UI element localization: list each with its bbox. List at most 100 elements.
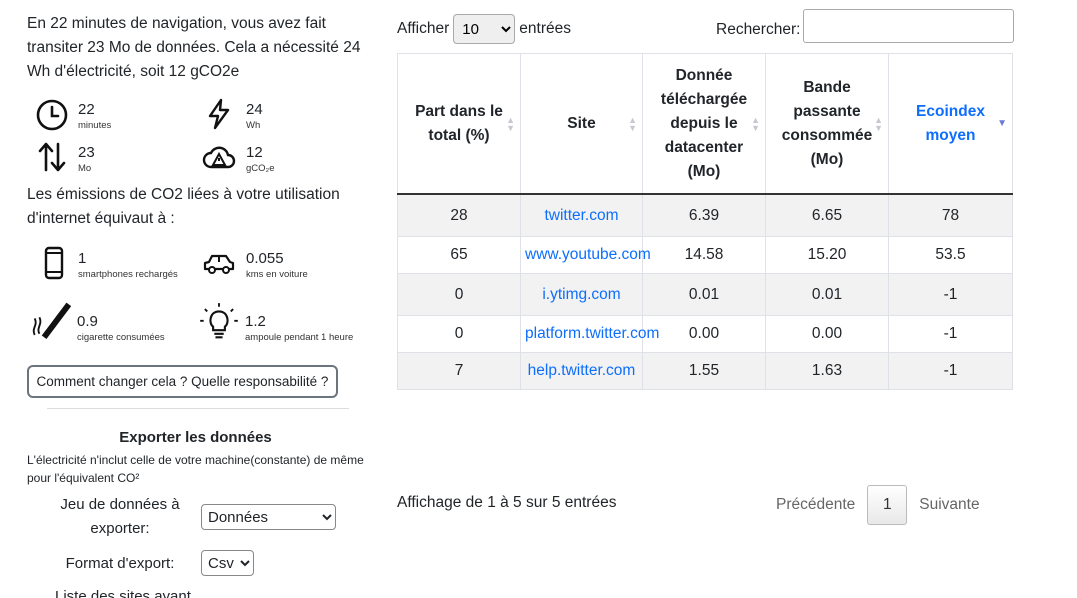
stat-unit: gCO₂e xyxy=(246,163,275,174)
stat-value: 22 xyxy=(78,101,95,118)
cell-share: 65 xyxy=(397,236,521,274)
lightbulb-icon xyxy=(197,301,241,343)
stat-co2: 12 gCO₂e xyxy=(200,138,275,176)
pagination: Précédente 1 Suivante xyxy=(764,484,992,526)
sort-desc-icon: ▼ xyxy=(997,117,1007,129)
search-input[interactable] xyxy=(803,9,1015,43)
equiv-value: 0.9 xyxy=(77,313,98,330)
stat-value: 24 xyxy=(246,101,263,118)
cell-site: www.youtube.com xyxy=(520,236,651,274)
cell-downloaded: 0.01 xyxy=(642,273,766,316)
equiv-value: 0.055 xyxy=(246,250,284,267)
divider xyxy=(47,408,349,409)
sites-table: Part dans le total (%) ▲ ▼ Site ▲ ▼ Donnée t… xyxy=(397,53,1013,390)
cell-downloaded: 14.58 xyxy=(642,236,766,274)
site-link[interactable]: www.youtube.com xyxy=(525,246,651,263)
export-note: L'électricité n'inclut celle de votre ma… xyxy=(27,453,364,485)
change-responsibility-button[interactable]: Comment changer cela ? Quelle responsabi… xyxy=(27,365,338,398)
sort-arrows-icon: ▲ ▼ xyxy=(751,114,760,133)
cell-ecoindex: -1 xyxy=(888,273,1013,316)
column-header-site[interactable]: Site ▲ ▼ xyxy=(520,53,643,195)
cell-ecoindex: 53.5 xyxy=(888,236,1013,274)
site-link[interactable]: platform.twitter.com xyxy=(525,325,659,342)
table-row: 0 i.ytimg.com 0.01 0.01 -1 xyxy=(397,273,1013,316)
page-length-control: Afficher 10 entrées xyxy=(397,14,571,44)
stat-minutes: 22 minutes xyxy=(33,95,111,133)
cell-bandwidth: 0.01 xyxy=(765,273,889,316)
column-header-share[interactable]: Part dans le total (%) ▲ ▼ xyxy=(397,53,521,195)
table-row: 28 twitter.com 6.39 6.65 78 xyxy=(397,193,1013,237)
cell-bandwidth: 15.20 xyxy=(765,236,889,274)
equiv-value: 1.2 xyxy=(245,313,266,330)
column-header-downloaded[interactable]: Donnée téléchargée depuis le datacenter … xyxy=(642,53,766,195)
site-link[interactable]: i.ytimg.com xyxy=(542,286,620,303)
table-row: 0 platform.twitter.com 0.00 0.00 -1 xyxy=(397,315,1013,353)
stat-unit: Wh xyxy=(246,120,261,131)
timer-icon xyxy=(33,95,71,133)
emissions-text: Les émissions de CO2 liées à votre utili… xyxy=(27,186,340,227)
page-1-button[interactable]: 1 xyxy=(867,485,908,525)
site-link[interactable]: twitter.com xyxy=(544,207,618,224)
cell-ecoindex: -1 xyxy=(888,352,1013,390)
intro-text: En 22 minutes de navigation, vous avez f… xyxy=(27,15,361,80)
stat-value: 23 xyxy=(78,144,95,161)
stat-value: 12 xyxy=(246,144,263,161)
stat-wh: 24 Wh xyxy=(200,95,263,133)
format-select[interactable]: Csv xyxy=(201,550,254,576)
cell-share: 7 xyxy=(397,352,521,390)
next-page-button[interactable]: Suivante xyxy=(907,484,991,526)
equiv-unit: smartphones rechargés xyxy=(78,269,178,280)
equiv-smartphone: 1 smartphones rechargés xyxy=(35,244,178,282)
cell-share: 28 xyxy=(397,193,521,237)
cell-site: platform.twitter.com xyxy=(520,315,659,353)
cloud-warning-icon xyxy=(200,138,238,176)
previous-page-button[interactable]: Précédente xyxy=(764,484,867,526)
dataset-label: Jeu de données à exporter: xyxy=(60,496,180,537)
sort-arrows-icon: ▲ ▼ xyxy=(628,114,637,133)
sites-list-heading: Liste des sites ayant ... xyxy=(55,588,208,598)
cell-ecoindex: 78 xyxy=(888,193,1013,237)
equiv-unit: cigarette consumées xyxy=(77,332,165,343)
car-icon xyxy=(200,244,238,282)
cell-site: twitter.com xyxy=(520,193,643,237)
cell-share: 0 xyxy=(397,315,521,353)
cell-site: help.twitter.com xyxy=(520,352,643,390)
smartphone-icon xyxy=(35,244,73,282)
transfer-arrows-icon xyxy=(33,138,71,176)
left-panel: En 22 minutes de navigation, vous avez f… xyxy=(27,0,372,598)
stat-unit: Mo xyxy=(78,163,92,174)
sort-arrows-icon: ▲ ▼ xyxy=(506,114,515,133)
cell-bandwidth: 1.63 xyxy=(765,352,889,390)
equiv-cigarette: 0.9 cigarette consumées xyxy=(27,301,165,343)
equiv-unit: kms en voiture xyxy=(246,269,308,280)
cell-downloaded: 0.00 xyxy=(642,315,766,353)
equiv-unit: ampoule pendant 1 heure xyxy=(245,332,354,343)
table-header-row: Part dans le total (%) ▲ ▼ Site ▲ ▼ Donnée t… xyxy=(397,53,1013,195)
cell-bandwidth: 0.00 xyxy=(765,315,889,353)
table-row: 65 www.youtube.com 14.58 15.20 53.5 xyxy=(397,236,1013,274)
page-length-select[interactable]: 10 xyxy=(453,14,516,44)
cell-share: 0 xyxy=(397,273,521,316)
dataset-select[interactable]: Données xyxy=(201,504,336,530)
column-header-bandwidth[interactable]: Bande passante consommée (Mo) ▲ ▼ xyxy=(765,53,889,195)
equiv-value: 1 xyxy=(78,250,87,267)
equiv-lightbulb: 1.2 ampoule pendant 1 heure xyxy=(197,301,353,343)
stat-mo: 23 Mo xyxy=(33,138,95,176)
site-link[interactable]: help.twitter.com xyxy=(528,362,636,379)
table-row: 7 help.twitter.com 1.55 1.63 -1 xyxy=(397,352,1013,390)
cell-site: i.ytimg.com xyxy=(520,273,643,316)
cell-ecoindex: -1 xyxy=(888,315,1013,353)
cigarette-icon xyxy=(27,301,73,343)
cell-downloaded: 1.55 xyxy=(642,352,766,390)
lightning-icon xyxy=(200,95,238,133)
table-info: Affichage de 1 à 5 sur 5 entrées xyxy=(397,494,617,511)
cell-bandwidth: 6.65 xyxy=(765,193,889,237)
show-label: Afficher xyxy=(397,20,450,37)
column-header-ecoindex[interactable]: Ecoindex moyen ▼ xyxy=(888,53,1013,195)
format-label: Format d'export: xyxy=(65,555,175,572)
export-title: Exporter les données xyxy=(119,429,272,446)
search-label: Rechercher: xyxy=(716,21,801,38)
search-control: Rechercher: xyxy=(716,9,1015,43)
stat-unit: minutes xyxy=(78,120,112,131)
equiv-car: 0.055 kms en voiture xyxy=(200,244,308,282)
